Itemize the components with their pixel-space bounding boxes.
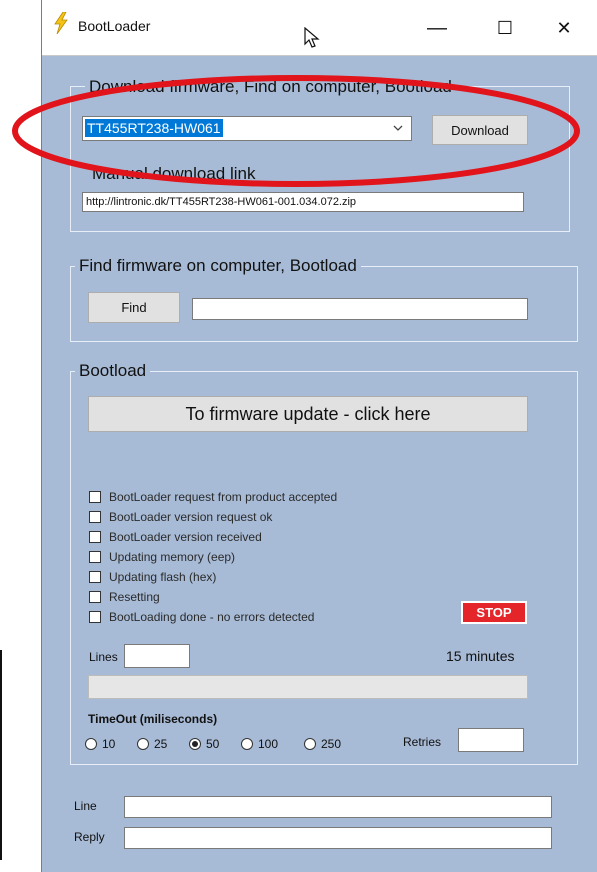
download-group-legend: Download firmware, Find on computer, Boo… (85, 77, 456, 97)
timeout-radio-label-25: 25 (154, 737, 168, 751)
step-label-version-request: BootLoader version request ok (109, 510, 273, 524)
timeout-radio-250[interactable] (304, 738, 316, 750)
step-checkbox-done[interactable] (89, 611, 101, 623)
line-label: Line (74, 799, 97, 813)
step-label-resetting: Resetting (109, 590, 160, 604)
line-field[interactable] (124, 796, 552, 818)
progress-bar (88, 675, 528, 699)
timeout-radio-label-100: 100 (258, 737, 279, 751)
firmware-update-button[interactable]: To firmware update - click here (88, 396, 528, 432)
timeout-radio-10[interactable] (85, 738, 97, 750)
step-checkbox-resetting[interactable] (89, 591, 101, 603)
duration-text: 15 minutes (446, 648, 515, 664)
step-checkbox-request-accepted[interactable] (89, 491, 101, 503)
timeout-radio-label-10: 10 (102, 737, 116, 751)
manual-download-label: Manual download link (92, 164, 256, 183)
firmware-select-value: TT455RT238-HW061 (85, 119, 223, 137)
bootloader-window: BootLoader — ☐ ✕ Download firmware, Find… (41, 0, 597, 872)
timeout-radio-50[interactable] (189, 738, 201, 750)
mouse-pointer-icon (304, 27, 320, 48)
step-label-updating-memory: Updating memory (eep) (109, 550, 236, 564)
timeout-radio-100[interactable] (241, 738, 253, 750)
step-checkbox-updating-memory[interactable] (89, 551, 101, 563)
minimize-button[interactable]: — (414, 0, 460, 56)
retries-label: Retries (403, 735, 442, 749)
timeout-radio-label-250: 250 (321, 737, 342, 751)
step-label-request-accepted: BootLoader request from product accepted (109, 490, 338, 504)
manual-download-link-value: http://lintronic.dk/TT455RT238-HW061-001… (86, 196, 357, 208)
chevron-down-icon (393, 125, 403, 131)
close-button[interactable]: ✕ (541, 0, 587, 56)
title-bar[interactable]: BootLoader — ☐ ✕ (42, 0, 597, 56)
reply-label: Reply (74, 830, 105, 844)
manual-download-link-field[interactable]: http://lintronic.dk/TT455RT238-HW061-001… (82, 192, 524, 212)
timeout-radio-label-50: 50 (206, 737, 220, 751)
stop-button[interactable]: STOP (461, 601, 527, 624)
bootload-group-legend: Bootload (75, 361, 151, 381)
retries-field[interactable] (458, 728, 524, 752)
reply-field[interactable] (124, 827, 552, 849)
timeout-radio-25[interactable] (137, 738, 149, 750)
maximize-button[interactable]: ☐ (482, 0, 528, 56)
find-button[interactable]: Find (88, 292, 180, 323)
firmware-path-field[interactable] (192, 298, 528, 320)
lightning-bolt-icon (54, 12, 68, 34)
background-window-edge (0, 650, 2, 860)
lines-field[interactable] (124, 644, 190, 668)
firmware-select[interactable]: TT455RT238-HW061 (82, 116, 412, 141)
lines-label: Lines (89, 650, 118, 664)
find-group-legend: Find firmware on computer, Bootload (75, 256, 361, 276)
window-title: BootLoader (78, 18, 151, 34)
step-label-updating-flash: Updating flash (hex) (109, 570, 217, 584)
download-button[interactable]: Download (432, 115, 528, 145)
step-label-version-received: BootLoader version received (109, 530, 262, 544)
timeout-label: TimeOut (miliseconds) (88, 712, 218, 726)
step-checkbox-version-request[interactable] (89, 511, 101, 523)
step-checkbox-version-received[interactable] (89, 531, 101, 543)
step-checkbox-updating-flash[interactable] (89, 571, 101, 583)
step-label-done: BootLoading done - no errors detected (109, 610, 315, 624)
